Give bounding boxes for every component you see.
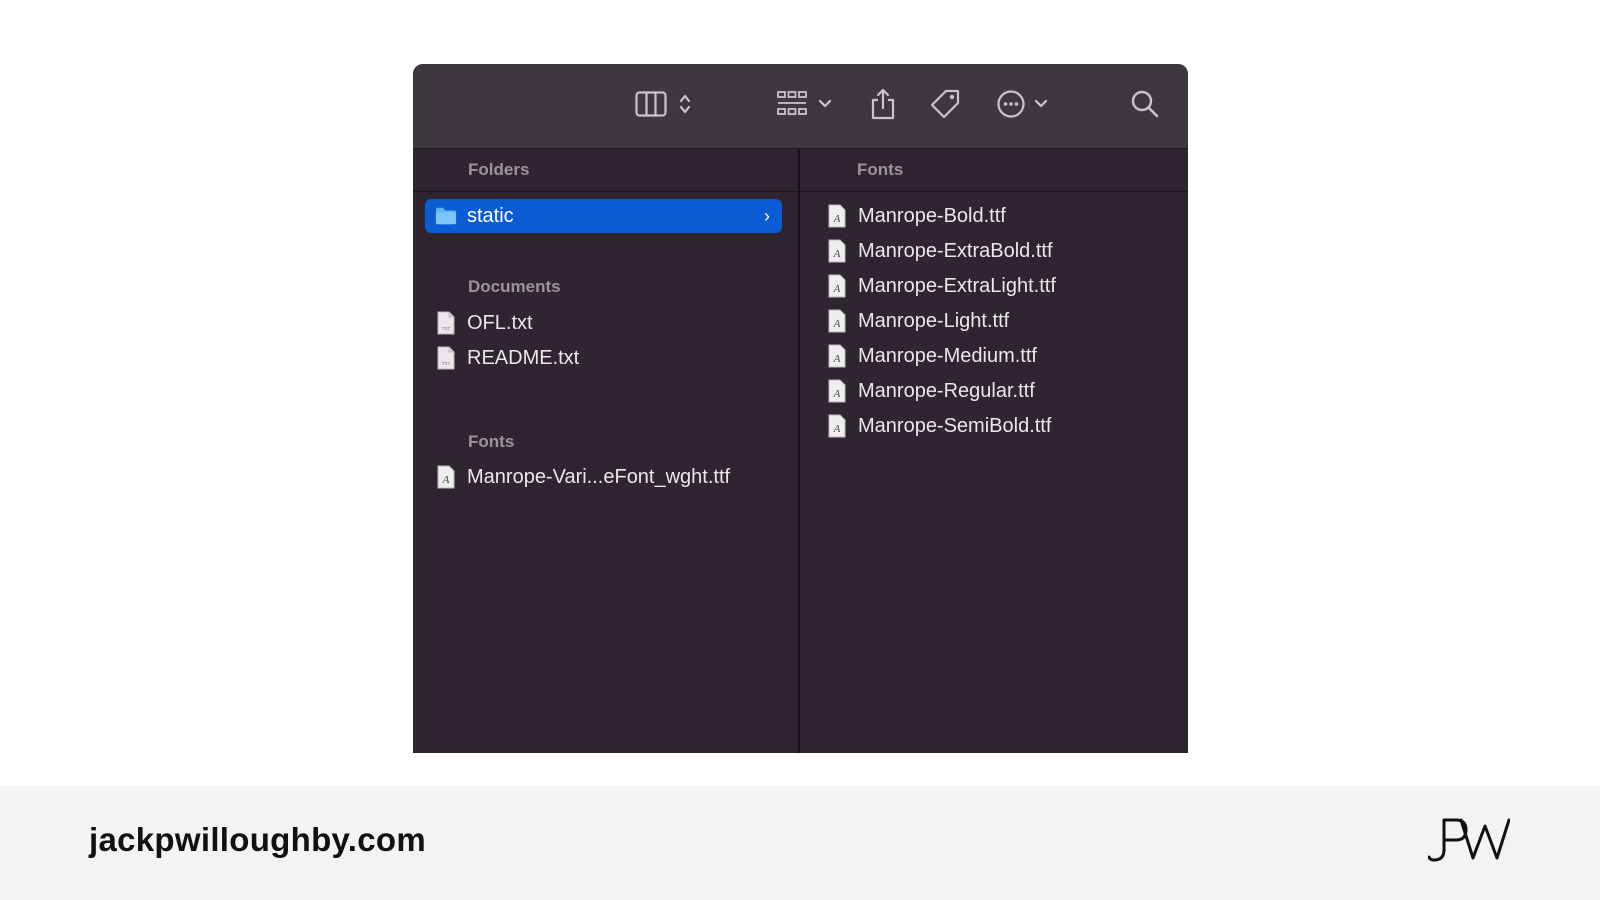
svg-text:A: A — [442, 474, 450, 486]
group-button[interactable] — [773, 82, 835, 126]
file-name: Manrope-Regular.ttf — [858, 379, 1035, 402]
svg-text:TXT: TXT — [442, 326, 451, 331]
documents-label: Documents — [468, 277, 561, 296]
right-column-header: Fonts — [800, 149, 1188, 192]
left-column-header: Folders — [413, 149, 798, 192]
file-name: Manrope-Vari...eFont_wght.ttf — [467, 465, 731, 488]
list-item-font[interactable]: A Manrope-Light.ttf — [826, 304, 1009, 338]
list-item-font[interactable]: A Manrope-Vari...eFont_wght.ttf — [435, 460, 730, 494]
font-file-icon: A — [826, 344, 848, 368]
text-file-icon: TXT — [435, 346, 457, 370]
file-name: Manrope-ExtraBold.ttf — [858, 239, 1053, 262]
footer: jackpwilloughby.com — [0, 786, 1600, 900]
list-item-font[interactable]: A Manrope-Medium.ttf — [826, 339, 1037, 373]
chevron-down-icon — [1034, 99, 1048, 109]
text-file-icon: TXT — [435, 311, 457, 335]
list-item-font[interactable]: A Manrope-ExtraLight.ttf — [826, 269, 1056, 303]
tag-button[interactable] — [923, 82, 967, 126]
file-name: Manrope-Medium.ttf — [858, 344, 1037, 367]
more-ellipsis-icon — [996, 89, 1026, 119]
list-item-document[interactable]: TXT README.txt — [435, 341, 579, 375]
jpw-logo — [1427, 816, 1511, 869]
list-item-font[interactable]: A Manrope-Regular.ttf — [826, 374, 1035, 408]
svg-text:A: A — [833, 318, 841, 330]
search-button[interactable] — [1123, 82, 1167, 126]
svg-text:A: A — [833, 213, 841, 225]
tag-icon — [929, 88, 961, 120]
svg-text:A: A — [833, 388, 841, 400]
svg-text:TXT: TXT — [442, 361, 451, 366]
file-name: Manrope-Light.ttf — [858, 309, 1010, 332]
svg-text:A: A — [833, 283, 841, 295]
file-name: README.txt — [467, 346, 580, 369]
file-name: Manrope-Bold.ttf — [858, 204, 1006, 227]
chevron-right-icon: › — [764, 206, 770, 226]
fonts-header: Fonts — [857, 160, 904, 179]
list-item-font[interactable]: A Manrope-Bold.ttf — [826, 199, 1006, 233]
list-item-document[interactable]: TXT OFL.txt — [435, 306, 533, 340]
file-name: Manrope-SemiBold.ttf — [858, 414, 1052, 437]
share-icon — [869, 88, 897, 120]
finder-window: Folders static › Documents TXT OFL.txt T… — [413, 64, 1188, 753]
folder-icon — [435, 204, 457, 228]
font-file-icon: A — [826, 204, 848, 228]
chevron-down-icon — [818, 99, 832, 109]
svg-text:A: A — [833, 248, 841, 260]
list-item-font[interactable]: A Manrope-SemiBold.ttf — [826, 409, 1051, 443]
left-column: Folders static › Documents TXT OFL.txt T… — [413, 149, 800, 753]
font-file-icon: A — [826, 239, 848, 263]
columns-view-icon — [635, 91, 667, 117]
font-file-icon: A — [826, 379, 848, 403]
view-switcher-button[interactable] — [628, 82, 698, 126]
font-file-icon: A — [826, 309, 848, 333]
right-column: Fonts A Manrope-Bold.ttf A Manrope-Extra… — [800, 149, 1188, 753]
grid-group-icon — [776, 90, 808, 118]
share-button[interactable] — [861, 82, 905, 126]
more-actions-button[interactable] — [991, 82, 1053, 126]
font-file-icon: A — [826, 274, 848, 298]
search-icon — [1130, 89, 1160, 119]
font-file-icon: A — [435, 465, 457, 489]
list-item-font[interactable]: A Manrope-ExtraBold.ttf — [826, 234, 1053, 268]
site-url[interactable]: jackpwilloughby.com — [89, 821, 426, 859]
svg-text:A: A — [833, 353, 841, 365]
fonts-label: Fonts — [468, 432, 515, 451]
folder-item-static[interactable]: static › — [425, 199, 782, 233]
file-name: Manrope-ExtraLight.ttf — [858, 274, 1056, 297]
folder-name: static — [467, 204, 514, 227]
font-file-icon: A — [826, 414, 848, 438]
file-name: OFL.txt — [467, 311, 533, 334]
toolbar — [413, 64, 1188, 149]
svg-text:A: A — [833, 423, 841, 435]
folders-label: Folders — [468, 160, 530, 179]
sort-arrows-icon — [679, 92, 691, 116]
